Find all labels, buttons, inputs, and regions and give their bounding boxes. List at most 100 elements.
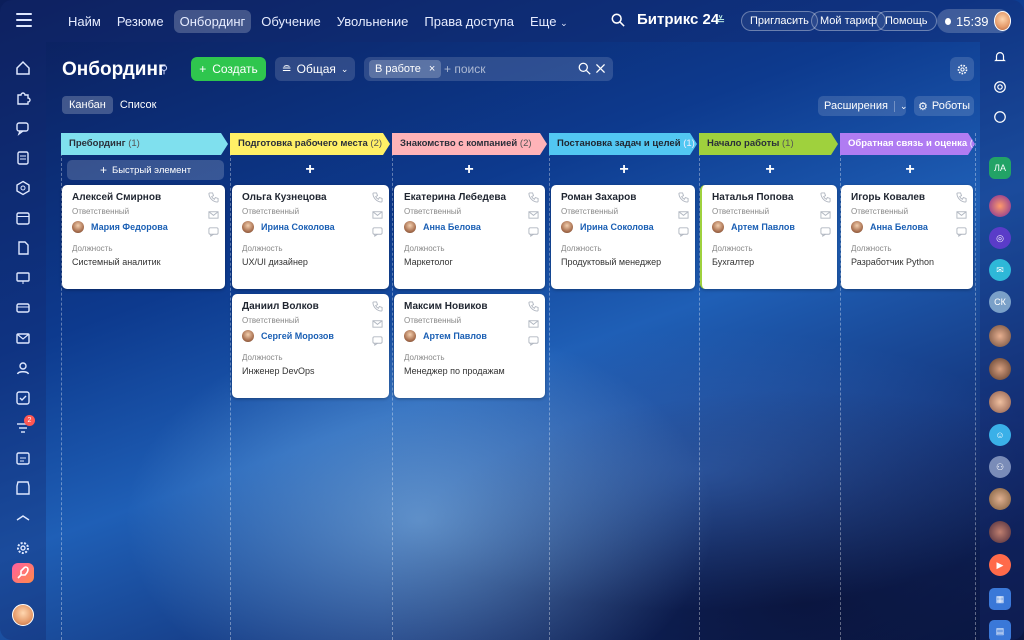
responsible-name[interactable]: Анна Белова [423,222,481,232]
responsible-name[interactable]: Мария Федорова [91,222,168,232]
mail-icon[interactable] [208,209,219,220]
mail-icon[interactable] [528,209,539,220]
nav-more[interactable]: Еще ⌄ [524,10,574,33]
filter-chip[interactable]: В работе × [369,60,442,78]
kanban-card[interactable]: Игорь Ковалев Ответственный Анна Белова … [841,185,973,289]
tariff-button[interactable]: Мой тариф [811,11,886,31]
sliders-icon[interactable]: ≚ [716,14,725,27]
worktime-clock[interactable]: 15:39 [937,9,1011,33]
kanban-card[interactable]: Наталья Попова Ответственный Артем Павло… [700,185,837,289]
arrows-icon[interactable] [15,510,31,526]
nav-onboarding[interactable]: Онбординг [173,10,252,33]
bot-icon[interactable]: ☺ [989,424,1011,446]
rocket-icon[interactable] [12,563,34,583]
add-item-button[interactable]: + [302,162,318,178]
create-button[interactable]: + Создать [191,57,266,81]
tab-kanban[interactable]: Канбан [62,96,113,114]
settings-button[interactable] [950,57,974,81]
kanban-card[interactable]: Роман Захаров Ответственный Ирина Соколо… [551,185,695,289]
clear-icon[interactable] [594,62,607,75]
column-header[interactable]: Обратная связь и оценка (1) [840,133,975,155]
chat-icon[interactable] [528,335,539,346]
group-icon[interactable]: ◎ [989,227,1011,249]
invite-button[interactable]: Пригласить [741,11,818,31]
mail-icon[interactable] [528,318,539,329]
column-header[interactable]: Постановка задач и целей (1) [549,133,697,155]
settings-icon[interactable] [15,540,31,556]
column-header[interactable]: Подготовка рабочего места (2) [230,133,390,155]
bell-icon[interactable] [989,46,1011,68]
phone-icon[interactable] [528,192,539,203]
nav-training[interactable]: Обучение [255,10,326,33]
task-icon[interactable] [15,390,31,406]
user-avatar[interactable] [993,11,1011,31]
calendar-icon[interactable]: ▦ [989,588,1011,610]
phone-icon[interactable] [820,192,831,203]
filter-search-box[interactable]: В работе × + поиск [364,57,613,81]
nav-hire[interactable]: Найм [62,10,107,33]
extensions-button[interactable]: Расширения ⌄ [818,96,908,116]
kanban-card[interactable]: Даниил Волков Ответственный Сергей Мороз… [232,294,389,398]
contact-avatar[interactable] [989,358,1011,380]
add-item-button[interactable]: + [461,162,477,178]
phone-icon[interactable] [372,192,383,203]
document-icon[interactable] [15,150,31,166]
robots-button[interactable]: ⚙ Роботы [914,96,974,116]
chat-icon[interactable] [678,226,689,237]
mail-icon[interactable] [15,330,31,346]
tab-list[interactable]: Список [113,96,164,114]
mail-icon[interactable] [372,318,383,329]
responsible-name[interactable]: Артем Павлов [731,222,795,232]
mail-icon[interactable] [372,209,383,220]
responsible-name[interactable]: Артем Павлов [423,331,487,341]
column-header[interactable]: Пребординг (1) [61,133,228,155]
category-dropdown[interactable]: ≘ Общая ⌄ [275,57,355,81]
users-icon[interactable] [15,360,31,376]
help-button[interactable]: Помощь [876,11,937,31]
kanban-card[interactable]: Алексей Смирнов Ответственный Мария Федо… [62,185,225,289]
quick-add-button[interactable]: + Быстрый элемент [67,160,224,180]
chat-icon[interactable] [956,226,967,237]
target-icon[interactable] [989,76,1011,98]
profile-avatar[interactable] [12,604,34,626]
column-header[interactable]: Начало работы (1) [699,133,838,155]
contact-avatar[interactable] [989,325,1011,347]
card-name[interactable]: Алексей Смирнов [72,192,161,203]
home-icon[interactable] [15,60,31,76]
calendar-icon[interactable] [15,210,31,226]
menu-icon[interactable] [16,13,32,27]
puzzle-icon[interactable] [15,90,31,106]
responsible-name[interactable]: Сергей Морозов [261,331,334,341]
card-name[interactable]: Роман Захаров [561,192,636,203]
contact-la[interactable]: ЛА [989,157,1011,179]
responsible-name[interactable]: Анна Белова [870,222,928,232]
search-icon[interactable] [611,13,625,27]
card-name[interactable]: Даниил Волков [242,301,319,312]
planner-icon[interactable]: ▤ [989,620,1011,640]
chip-close-icon[interactable]: × [429,60,435,78]
nav-resume[interactable]: Резюме [111,10,170,33]
contact-avatar[interactable] [989,391,1011,413]
phone-icon[interactable] [528,301,539,312]
phone-icon[interactable] [372,301,383,312]
kanban-card[interactable]: Екатерина Лебедева Ответственный Анна Бе… [394,185,545,289]
chat-icon[interactable] [528,226,539,237]
card-name[interactable]: Игорь Ковалев [851,192,925,203]
team-icon[interactable]: ⚇ [989,456,1011,478]
responsible-name[interactable]: Ирина Соколова [580,222,654,232]
add-item-button[interactable]: + [762,162,778,178]
monitor-icon[interactable] [15,270,31,286]
pin-icon[interactable]: ⚲ [160,63,168,76]
kanban-card[interactable]: Максим Новиков Ответственный Артем Павло… [394,294,545,398]
chat-icon[interactable] [820,226,831,237]
kanban-card[interactable]: Ольга Кузнецова Ответственный Ирина Соко… [232,185,389,289]
search-icon[interactable] [578,62,591,75]
mail-icon[interactable] [678,209,689,220]
phone-icon[interactable] [956,192,967,203]
card-name[interactable]: Наталья Попова [712,192,793,203]
mail-icon[interactable] [820,209,831,220]
chat-icon[interactable] [15,120,31,136]
contact-ck[interactable]: СК [989,291,1011,313]
chat-icon[interactable] [372,226,383,237]
video-icon[interactable]: ▶ [989,554,1011,576]
